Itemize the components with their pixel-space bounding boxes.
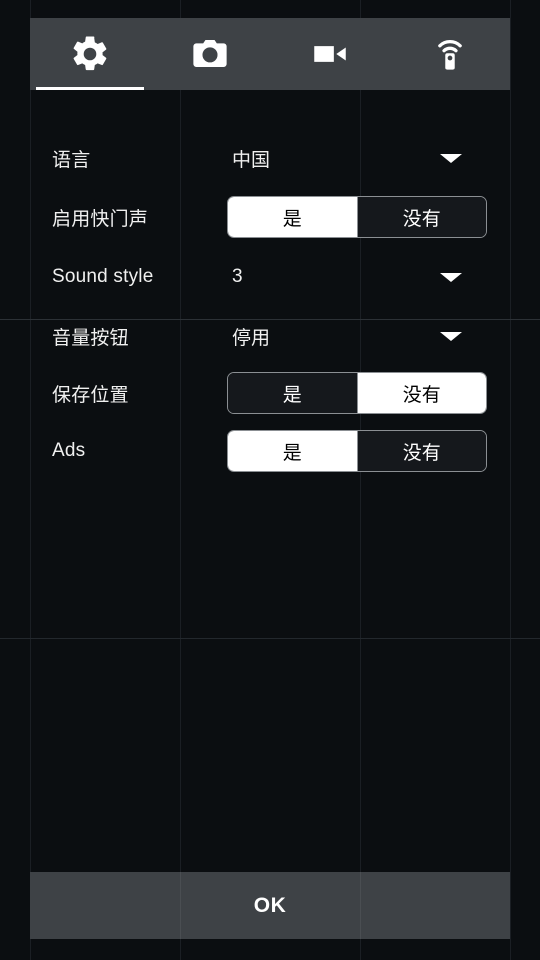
settings-screen: 语言 中国 启用快门声 是 没有 Sound style 3 音量按钮 停用: [0, 0, 540, 960]
tab-bar: [30, 18, 510, 90]
segmented-control-save-location: 是 没有: [227, 372, 487, 414]
setting-label-ads: Ads: [52, 440, 85, 462]
setting-value-sound-style: 3: [232, 266, 243, 288]
ok-bar-seam: [180, 872, 181, 939]
setting-label-save-location: 保存位置: [52, 380, 129, 407]
setting-label-sound-style: Sound style: [52, 266, 154, 288]
gear-icon: [69, 33, 111, 75]
tab-remote[interactable]: [390, 18, 510, 90]
ok-button[interactable]: OK: [30, 872, 510, 939]
ok-button-label: OK: [254, 894, 287, 918]
chevron-down-icon[interactable]: [440, 273, 462, 282]
remote-control-icon: [429, 33, 471, 75]
setting-row-shutter-sound: 启用快门声 是 没有: [0, 186, 540, 248]
settings-group-controls: 音量按钮 停用 保存位置 是 没有 Ads 是 没有: [0, 308, 540, 480]
segment-option-yes[interactable]: 是: [228, 373, 357, 413]
active-tab-indicator: [276, 87, 384, 90]
setting-value-language: 中国: [232, 145, 270, 172]
segment-option-yes[interactable]: 是: [228, 197, 357, 237]
video-camera-icon: [309, 33, 351, 75]
segmented-control-shutter-sound: 是 没有: [227, 196, 487, 238]
setting-row-language[interactable]: 语言 中国: [0, 130, 540, 186]
grid-line-horizontal: [0, 638, 540, 639]
setting-row-volume-button[interactable]: 音量按钮 停用: [0, 308, 540, 364]
segment-option-no[interactable]: 没有: [358, 431, 487, 471]
segmented-control-ads: 是 没有: [227, 430, 487, 472]
ok-bar-seam: [360, 872, 361, 939]
tab-photo[interactable]: [150, 18, 270, 90]
setting-label-volume-button: 音量按钮: [52, 323, 129, 350]
segment-option-no[interactable]: 没有: [358, 197, 487, 237]
setting-row-sound-style[interactable]: Sound style 3: [0, 248, 540, 306]
chevron-down-icon[interactable]: [440, 154, 462, 163]
active-tab-indicator: [396, 87, 504, 90]
setting-row-ads: Ads 是 没有: [0, 422, 540, 480]
setting-row-save-location: 保存位置 是 没有: [0, 364, 540, 422]
camera-icon: [189, 33, 231, 75]
chevron-down-icon[interactable]: [440, 332, 462, 341]
active-tab-indicator: [36, 87, 144, 90]
tab-settings[interactable]: [30, 18, 150, 90]
settings-group-general: 语言 中国 启用快门声 是 没有 Sound style 3: [0, 130, 540, 306]
segment-option-yes[interactable]: 是: [228, 431, 357, 471]
setting-label-shutter-sound: 启用快门声: [52, 204, 148, 231]
segment-option-no[interactable]: 没有: [358, 373, 487, 413]
active-tab-indicator: [156, 87, 264, 90]
setting-label-language: 语言: [52, 145, 90, 172]
setting-value-volume-button: 停用: [232, 323, 270, 350]
tab-video[interactable]: [270, 18, 390, 90]
